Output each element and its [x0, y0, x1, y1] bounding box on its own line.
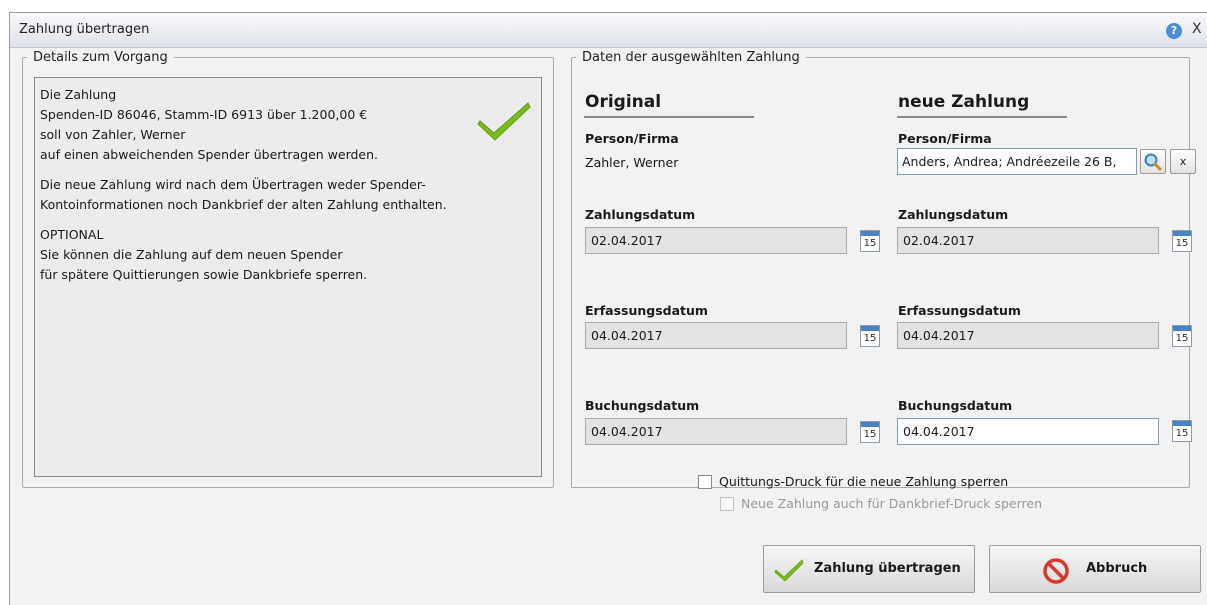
magnifier-icon [1144, 153, 1162, 171]
dankbrief-lock-checkbox [720, 497, 734, 511]
person-clear-button[interactable]: x [1170, 149, 1196, 174]
help-icon[interactable]: ? [1166, 23, 1182, 39]
quittung-lock-label: Quittungs-Druck für die neue Zahlung spe… [719, 474, 1009, 489]
new-person-input[interactable]: Anders, Andrea; Andréezeile 26 B, [897, 148, 1137, 175]
calendar-icon: 15 [860, 325, 880, 347]
new-person-label: Person/Firma [898, 131, 992, 146]
original-zahlungsdatum-field: 02.04.2017 [585, 227, 847, 254]
original-heading-rule [584, 116, 754, 118]
new-buchungsdatum-label: Buchungsdatum [898, 398, 1013, 413]
no-entry-icon [1043, 558, 1069, 584]
details-textbox: Die Zahlung Spenden-ID 86046, Stamm-ID 6… [34, 77, 542, 477]
calendar-icon: 15 [1172, 325, 1192, 347]
details-line: für spätere Quittierungen sowie Dankbrie… [40, 267, 368, 282]
cancel-button[interactable]: Abbruch [989, 545, 1201, 593]
original-erfassungsdatum-field: 04.04.2017 [585, 322, 847, 349]
window-title: Zahlung übertragen [19, 22, 150, 37]
new-payment-heading: neue Zahlung [898, 92, 1030, 112]
original-buchungsdatum-field: 04.04.2017 [585, 418, 847, 445]
new-erfassungsdatum-label: Erfassungsdatum [898, 303, 1021, 318]
cancel-label: Abbruch [1086, 561, 1148, 576]
transfer-payment-label: Zahlung übertragen [814, 561, 961, 576]
details-line: Kontoinformationen noch Dankbrief der al… [40, 197, 447, 212]
checkmark-icon [774, 559, 804, 581]
details-line: Die Zahlung [40, 87, 117, 102]
new-erfassungsdatum-field: 04.04.2017 [897, 322, 1159, 349]
details-line: Die neue Zahlung wird nach dem Übertrage… [40, 177, 426, 192]
close-icon[interactable]: X [1192, 21, 1202, 37]
calendar-icon: 15 [1172, 230, 1192, 252]
dankbrief-lock-label: Neue Zahlung auch für Dankbrief-Druck sp… [741, 496, 1043, 511]
transfer-payment-button[interactable]: Zahlung übertragen [763, 545, 975, 593]
details-line: soll von Zahler, Werner [40, 127, 186, 142]
original-person-value: Zahler, Werner [585, 155, 679, 170]
details-line: OPTIONAL [40, 227, 104, 242]
details-line: Spenden-ID 86046, Stamm-ID 6913 über 1.2… [40, 107, 368, 122]
original-zahlungsdatum-label: Zahlungsdatum [585, 207, 696, 222]
payment-data-legend: Daten der ausgewählten Zahlung [582, 50, 800, 65]
new-zahlungsdatum-field: 02.04.2017 [897, 227, 1159, 254]
original-heading: Original [585, 92, 662, 112]
original-buchungsdatum-label: Buchungsdatum [585, 398, 700, 413]
details-legend: Details zum Vorgang [33, 50, 168, 65]
new-payment-heading-rule [897, 116, 1067, 118]
details-text: Die Zahlung Spenden-ID 86046, Stamm-ID 6… [40, 85, 447, 285]
person-search-button[interactable] [1140, 149, 1166, 174]
calendar-icon: 15 [860, 421, 880, 443]
checkmark-icon [477, 102, 531, 141]
original-erfassungsdatum-label: Erfassungsdatum [585, 303, 708, 318]
calendar-icon[interactable]: 15 [1172, 420, 1192, 442]
new-buchungsdatum-input[interactable]: 04.04.2017 [897, 418, 1159, 445]
title-bar: Zahlung übertragen ? X [10, 13, 1207, 48]
original-person-label: Person/Firma [585, 131, 679, 146]
details-line: Sie können die Zahlung auf dem neuen Spe… [40, 247, 343, 262]
details-line: auf einen abweichenden Spender übertrage… [40, 147, 379, 162]
quittung-lock-checkbox[interactable] [698, 475, 712, 489]
calendar-icon: 15 [860, 230, 880, 252]
new-zahlungsdatum-label: Zahlungsdatum [898, 207, 1009, 222]
